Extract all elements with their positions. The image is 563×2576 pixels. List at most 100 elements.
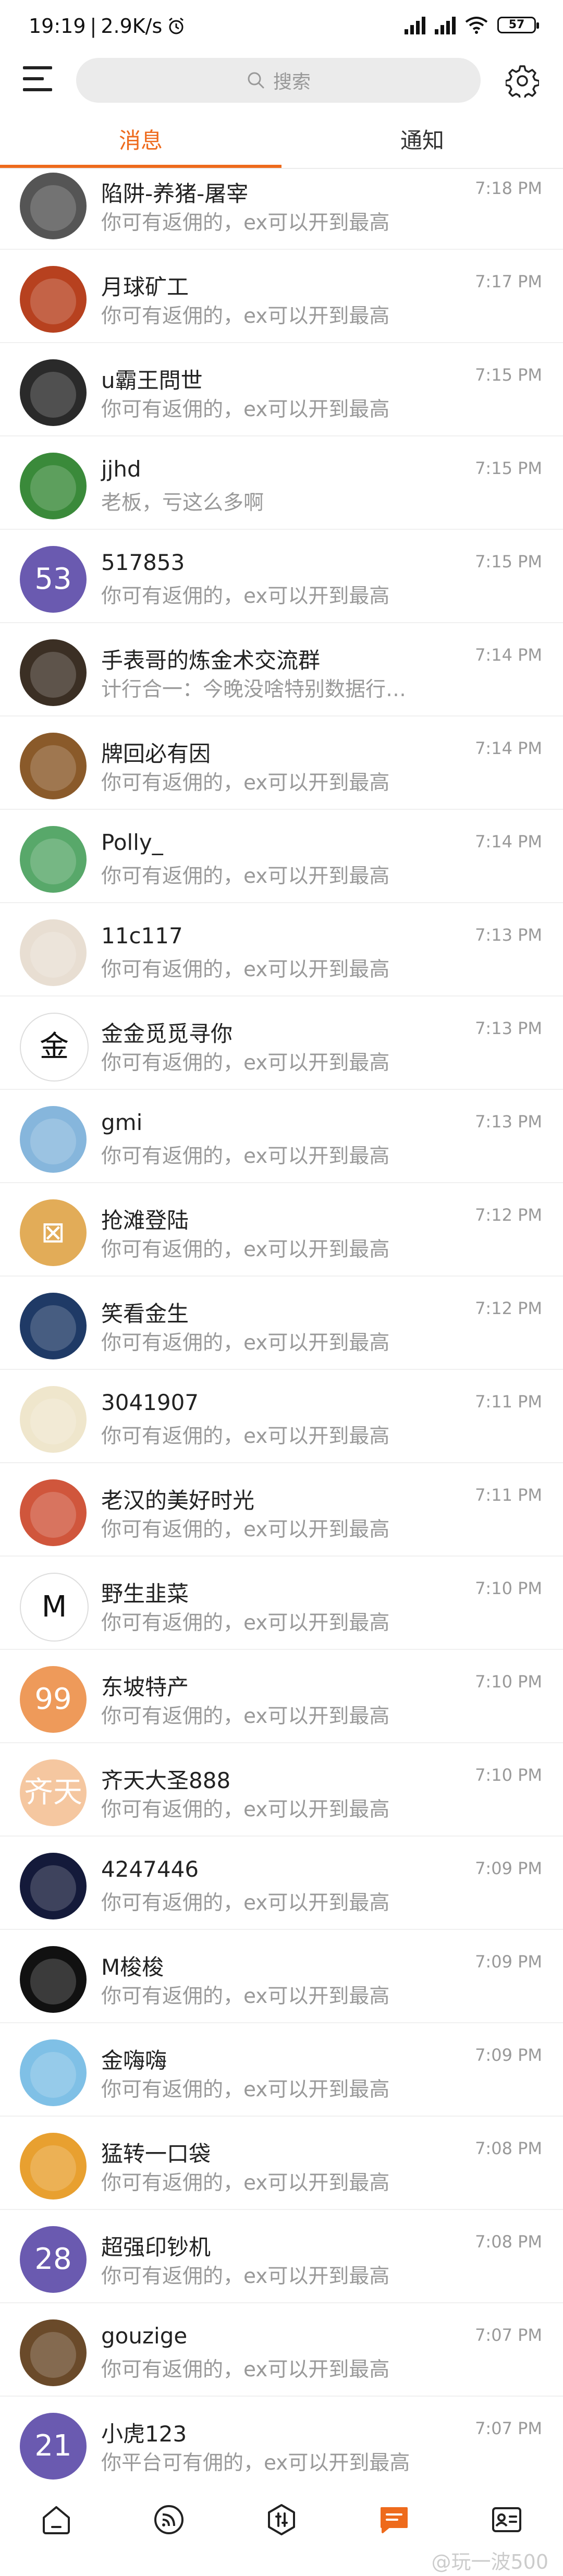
conversation-name: 小虎123 xyxy=(101,2421,187,2447)
conversation-row[interactable]: jjhd 老板，亏这么多啊 7:15 PM xyxy=(0,436,563,530)
conversation-row[interactable]: 4247446 你可有返佣的，ex可以开到最高 7:09 PM xyxy=(0,1837,563,1930)
message-time: 7:10 PM xyxy=(475,1578,542,1598)
conversation-row[interactable]: 11c117 你可有返佣的，ex可以开到最高 7:13 PM xyxy=(0,903,563,997)
conversation-row[interactable]: M梭梭 你可有返佣的，ex可以开到最高 7:09 PM xyxy=(0,1930,563,2023)
message-time: 7:09 PM xyxy=(475,2045,542,2065)
conversation-name: 猛转一口袋 xyxy=(101,2141,211,2167)
home-icon xyxy=(43,2506,70,2534)
contacts-icon xyxy=(492,2507,521,2532)
message-preview: 你可有返佣的，ex可以开到最高 xyxy=(101,585,390,608)
signal-icon-1 xyxy=(405,16,425,34)
avatar[interactable] xyxy=(20,1853,87,1919)
nav-chat[interactable] xyxy=(338,2498,450,2550)
avatar[interactable] xyxy=(20,173,87,239)
conversation-row[interactable]: 金嗨嗨 你可有返佣的，ex可以开到最高 7:09 PM xyxy=(0,2023,563,2117)
conversation-row[interactable]: 猛转一口袋 你可有返佣的，ex可以开到最高 7:08 PM xyxy=(0,2117,563,2210)
avatar[interactable]: ⊠ xyxy=(20,1199,87,1266)
battery-icon: 57 xyxy=(497,17,539,33)
conversation-row[interactable]: 21 小虎123 你平台可有佣的，ex可以开到最高 7:07 PM xyxy=(0,2397,563,2490)
message-preview: 你可有返佣的，ex可以开到最高 xyxy=(101,1425,390,1448)
conversation-row[interactable]: u霸王問世 你可有返佣的，ex可以开到最高 7:15 PM xyxy=(0,343,563,436)
avatar[interactable]: 53 xyxy=(20,546,87,613)
avatar[interactable] xyxy=(20,733,87,799)
conversation-name: jjhd xyxy=(101,456,141,482)
avatar-text: 99 xyxy=(34,1682,72,1716)
avatar[interactable] xyxy=(20,2039,87,2106)
conversation-row[interactable]: 53 517853 你可有返佣的，ex可以开到最高 7:15 PM xyxy=(0,530,563,623)
avatar[interactable] xyxy=(20,2319,87,2386)
conversation-name: 4247446 xyxy=(101,1856,199,1882)
message-time: 7:12 PM xyxy=(475,1298,542,1318)
message-preview: 你可有返佣的，ex可以开到最高 xyxy=(101,398,390,421)
conversation-name: 超强印钞机 xyxy=(101,2234,211,2260)
conversation-row[interactable]: ⊠ 抢滩登陆 你可有返佣的，ex可以开到最高 7:12 PM xyxy=(0,1183,563,1277)
conversation-row[interactable]: 老汉的美好时光 你可有返佣的，ex可以开到最高 7:11 PM xyxy=(0,1463,563,1557)
message-time: 7:12 PM xyxy=(475,1205,542,1225)
avatar[interactable] xyxy=(20,1386,87,1453)
message-time: 7:13 PM xyxy=(475,925,542,945)
feed-icon xyxy=(154,2505,183,2534)
watermark: @玩一波500 xyxy=(431,2550,548,2573)
conversation-row[interactable]: 99 东坡特产 你可有返佣的，ex可以开到最高 7:10 PM xyxy=(0,1650,563,1743)
message-preview: 你可有返佣的，ex可以开到最高 xyxy=(101,1051,390,1075)
conversation-name: 517853 xyxy=(101,550,185,575)
message-time: 7:14 PM xyxy=(475,738,542,758)
conversation-row[interactable]: 月球矿工 你可有返佣的，ex可以开到最高 7:17 PM xyxy=(0,250,563,343)
conversation-name: 11c117 xyxy=(101,923,183,949)
avatar[interactable] xyxy=(20,359,87,426)
conversation-name: 野生韭菜 xyxy=(101,1581,189,1607)
nav-feed[interactable] xyxy=(113,2498,225,2550)
conversation-row[interactable]: 牌回必有因 你可有返佣的，ex可以开到最高 7:14 PM xyxy=(0,716,563,810)
message-time: 7:18 PM xyxy=(475,178,542,198)
avatar[interactable] xyxy=(20,1293,87,1359)
avatar[interactable]: 齐天 xyxy=(20,1759,87,1826)
avatar[interactable]: 28 xyxy=(20,2226,87,2293)
avatar[interactable] xyxy=(20,639,87,706)
message-preview: 老板，亏这么多啊 xyxy=(101,491,264,515)
conversation-row[interactable]: 齐天 齐天大圣888 你可有返佣的，ex可以开到最高 7:10 PM xyxy=(0,1743,563,1837)
avatar[interactable]: 21 xyxy=(20,2413,87,2480)
message-time: 7:10 PM xyxy=(475,1672,542,1692)
alarm-icon xyxy=(169,17,184,34)
avatar-text: ⊠ xyxy=(41,1216,66,1249)
signal-icon-2 xyxy=(435,16,456,34)
message-preview: 你可有返佣的，ex可以开到最高 xyxy=(101,1611,390,1635)
conversation-row[interactable]: 手表哥的炼金术交流群 计行合一：今晚没啥特别数据行… 7:14 PM xyxy=(0,623,563,716)
avatar[interactable] xyxy=(20,266,87,333)
avatar[interactable] xyxy=(20,826,87,893)
conversation-row[interactable]: Polly_ 你可有返佣的，ex可以开到最高 7:14 PM xyxy=(0,810,563,903)
avatar[interactable] xyxy=(20,1106,87,1173)
message-preview: 你平台可有佣的，ex可以开到最高 xyxy=(101,2451,410,2475)
avatar[interactable] xyxy=(20,919,87,986)
message-time: 7:15 PM xyxy=(475,552,542,572)
message-preview: 你可有返佣的，ex可以开到最高 xyxy=(101,1518,390,1541)
avatar[interactable] xyxy=(20,2133,87,2200)
conversation-name: 3041907 xyxy=(101,1390,199,1415)
conversation-row[interactable]: 金 金金觅觅寻你 你可有返佣的，ex可以开到最高 7:13 PM xyxy=(0,997,563,1090)
avatar[interactable]: M xyxy=(20,1573,89,1642)
message-time: 7:10 PM xyxy=(475,1765,542,1785)
search-input[interactable]: 搜索 xyxy=(76,58,481,103)
conversation-row[interactable]: gmi 你可有返佣的，ex可以开到最高 7:13 PM xyxy=(0,1090,563,1183)
conversation-row[interactable]: gouzige 你可有返佣的，ex可以开到最高 7:07 PM xyxy=(0,2303,563,2397)
conversation-row[interactable]: M 野生韭菜你可有返佣的，ex可以开到最高 7:10 PM xyxy=(0,1557,563,1650)
conversation-name: 齐天大圣888 xyxy=(101,1768,231,1793)
conversation-row[interactable]: 陷阱-养猪-屠宰 你可有返佣的，ex可以开到最高 7:18 PM xyxy=(0,156,563,250)
gear-icon[interactable] xyxy=(506,64,539,98)
message-time: 7:07 PM xyxy=(475,2419,542,2438)
avatar[interactable] xyxy=(20,453,87,519)
avatar[interactable]: 金 xyxy=(20,1013,89,1082)
nav-contacts[interactable] xyxy=(450,2498,563,2550)
conversation-row[interactable]: 3041907 你可有返佣的，ex可以开到最高 7:11 PM xyxy=(0,1370,563,1463)
avatar[interactable] xyxy=(20,1479,87,1546)
conversation-row[interactable]: 28 超强印钞机 你可有返佣的，ex可以开到最高 7:08 PM xyxy=(0,2210,563,2303)
conversation-row[interactable]: 笑看金生 你可有返佣的，ex可以开到最高 7:12 PM xyxy=(0,1277,563,1370)
avatar[interactable] xyxy=(20,1946,87,2013)
avatar[interactable]: 99 xyxy=(20,1666,87,1733)
message-preview: 计行合一：今晚没啥特别数据行… xyxy=(101,678,407,701)
message-preview: 你可有返佣的，ex可以开到最高 xyxy=(101,771,390,795)
menu-icon[interactable] xyxy=(23,66,52,92)
conversation-name: gmi xyxy=(101,1110,143,1135)
nav-home[interactable] xyxy=(0,2498,113,2550)
nav-trade[interactable] xyxy=(225,2498,338,2550)
